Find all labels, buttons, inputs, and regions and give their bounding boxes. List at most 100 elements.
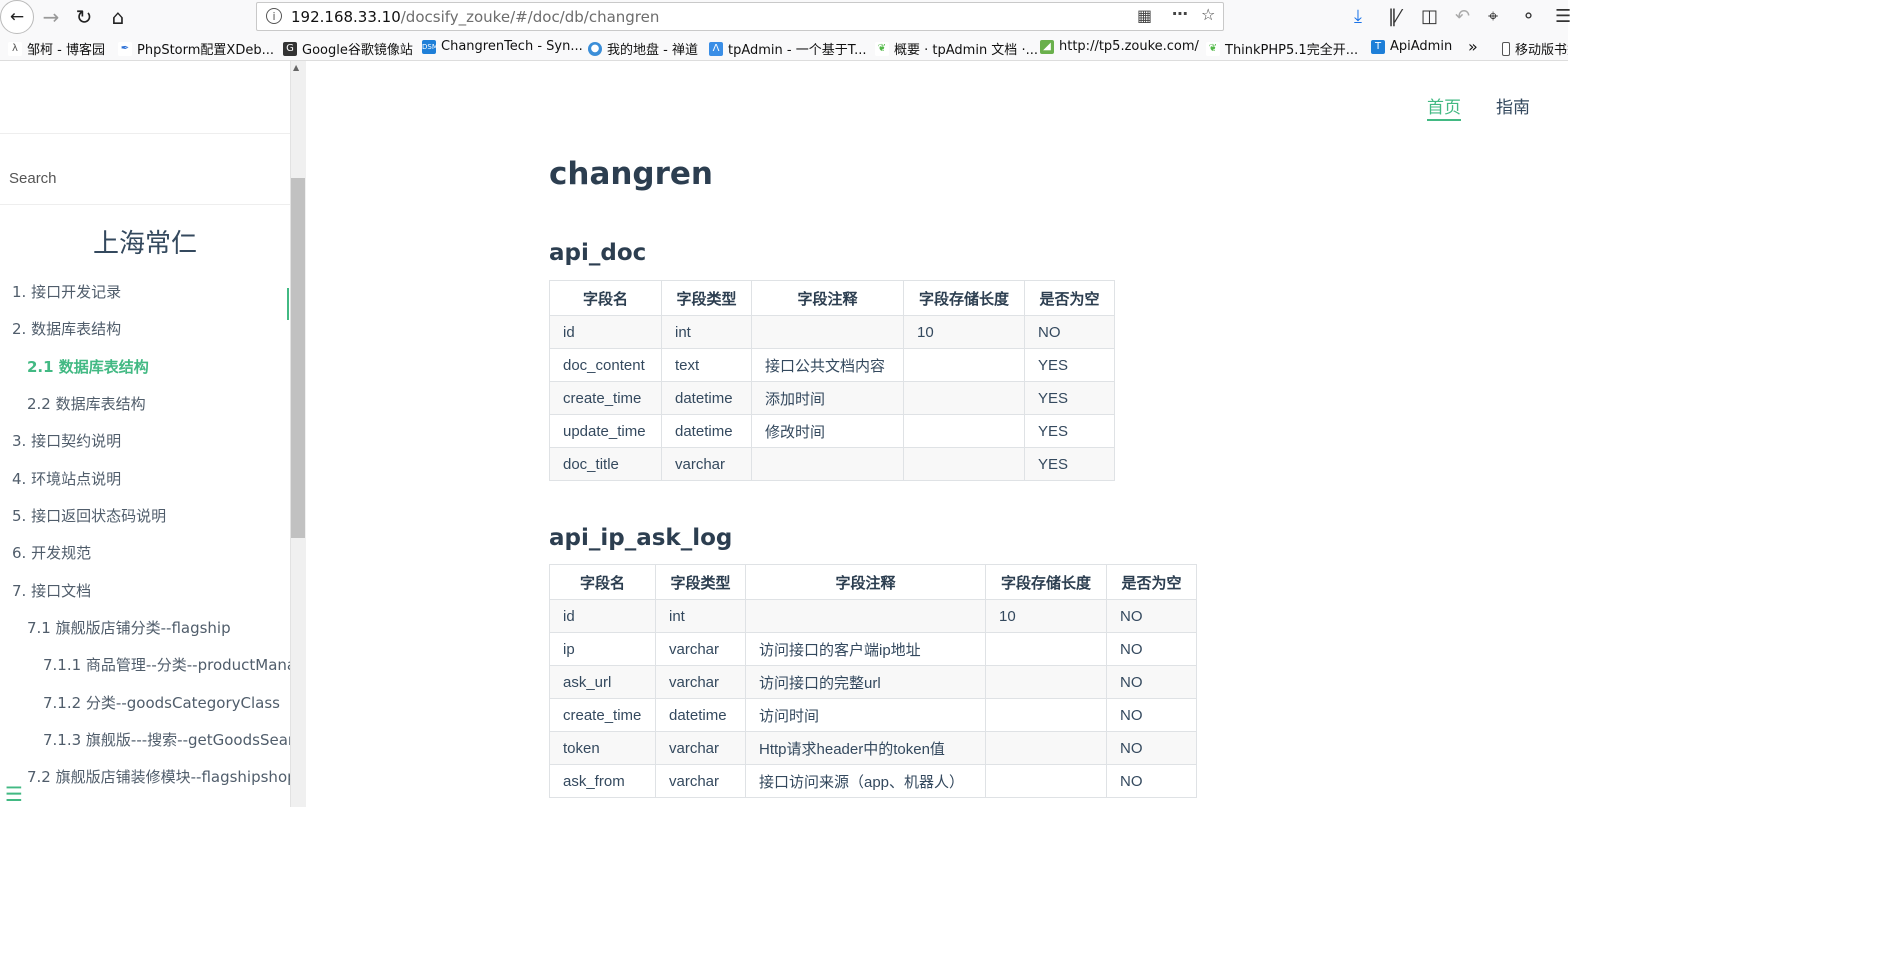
cell: NO [1106,665,1197,699]
sidebar-item-dev-standards[interactable]: 6. 开发规范 [12,542,91,563]
sidebar-item-flagship-shop-decor[interactable]: 7.2 旗舰版店铺装修模块--flagshipshopd... [27,766,290,787]
bookmark-item[interactable]: DSM ChangrenTech - Syn... [422,39,583,54]
bookmark-item[interactable]: ● 我的地盘 - 禅道 [588,39,698,58]
bookmark-item[interactable]: ✒ PhpStorm配置XDeb... [118,39,274,58]
table-row: doc_content text 接口公共文档内容 YES [549,348,1115,382]
reload-button[interactable]: ↻ [67,0,101,34]
bookmark-star-icon[interactable]: ☆ [1201,5,1215,24]
url-text[interactable]: 192.168.33.10/docsify_zouke/#/doc/db/cha… [291,8,659,26]
column-header: 是否为空 [1024,280,1115,316]
bookmark-item[interactable]: G Google谷歌镜像站 [283,39,413,58]
sidebar-item-api-dev-log[interactable]: 1. 接口开发记录 [12,281,121,302]
bookmarks-overflow-button[interactable]: » [1468,37,1478,56]
cell: NO [1106,698,1197,732]
nav-link-home[interactable]: 首页 [1427,93,1461,121]
t-icon: T [1371,39,1385,54]
cell: YES [1024,348,1115,382]
tp-icon: Λ [709,41,723,56]
info-icon[interactable]: i [266,8,282,24]
cell [985,632,1107,666]
cell: varchar [655,665,746,699]
address-bar[interactable]: i 192.168.33.10/docsify_zouke/#/doc/db/c… [256,2,1224,31]
qr-code-icon[interactable]: ▦ [1137,6,1152,25]
sidebar-item-product-manage[interactable]: 7.1.1 商品管理--分类--productManag... [43,654,290,675]
undo-icon[interactable]: ↶ [1455,6,1470,27]
sidebar-item-api-docs[interactable]: 7. 接口文档 [12,580,91,601]
cell: NO [1106,599,1197,633]
cell [903,447,1025,481]
column-header: 字段注释 [745,564,986,600]
cell [985,698,1107,732]
back-button[interactable]: ← [0,0,34,34]
cell: NO [1106,764,1197,798]
table-api-ip-ask-log: 字段名 字段类型 字段注释 字段存储长度 是否为空 id int 10 NO ip va… [549,564,1197,798]
bookmark-item[interactable]: λ 邹柯 - 博客园 [8,39,105,58]
nav-link-guide[interactable]: 指南 [1496,93,1530,118]
sidebar-item-db-structure[interactable]: 2. 数据库表结构 [12,318,121,339]
search-input[interactable] [0,153,290,205]
download-icon[interactable]: ⤓ [1354,6,1362,27]
active-indicator [287,288,289,320]
bookmarks-bar: λ 邹柯 - 博客园 ✒ PhpStorm配置XDeb... G Google谷歌镜像… [0,34,1568,61]
sidebar-item-goods-search[interactable]: 7.1.3 旗舰版---搜索--getGoodsSearch [43,729,290,750]
bookmark-label: Google谷歌镜像站 [302,43,413,58]
bookmark-item[interactable]: ΛtpAdmin - 一个基于T... [709,39,867,58]
cell [903,414,1025,448]
cell: id [549,315,662,349]
cell [745,599,986,633]
table-row: create_time datetime 访问时间 NO [549,698,1197,732]
cell: int [661,315,752,349]
bookmark-item[interactable]: 移动版书签 [1502,39,1568,58]
table-title-api-doc[interactable]: api_doc [549,240,646,266]
leaf-icon: ❦ [1206,41,1220,56]
cell: 接口访问来源（app、机器人） [745,764,986,798]
scroll-up-icon[interactable]: ▲ [293,63,299,72]
sidebar-scrollbar-thumb[interactable] [291,178,305,538]
sidebar-item-env-sites[interactable]: 4. 环境站点说明 [12,468,121,489]
column-header: 是否为空 [1106,564,1197,600]
bookmark-item[interactable]: ❦ ThinkPHP5.1完全开... [1206,39,1358,58]
bookmark-label: ChangrenTech - Syn... [441,39,583,54]
chat-icon[interactable]: ⚬ [1521,6,1536,27]
cell: varchar [655,632,746,666]
sidebar-item-goods-category[interactable]: 7.1.2 分类--goodsCategoryClass [43,692,280,713]
page-title: changren [549,156,714,192]
bookmark-item[interactable]: ◢ http://tp5.zouke.com/ [1040,39,1199,54]
sidebar-item-flagship[interactable]: 7.1 旗舰版店铺分类--flagship [27,617,231,638]
app-name[interactable]: 上海常仁 [0,223,290,260]
menu-icon[interactable]: ☰ [1555,6,1571,27]
table-row: doc_title varchar YES [549,447,1115,481]
bookmark-item[interactable]: ❦ 概要 · tpAdmin 文档 ·... [875,39,1038,58]
sidebar-item-db-structure-2-1[interactable]: 2.1 数据库表结构 [27,356,149,377]
bookmark-label: ApiAdmin [1390,39,1453,54]
cell: 访问接口的客户端ip地址 [745,632,986,666]
cell: text [661,348,752,382]
cell [985,665,1107,699]
sidebar-item-status-codes[interactable]: 5. 接口返回状态码说明 [12,505,166,526]
cell: YES [1024,447,1115,481]
table-header-row: 字段名 字段类型 字段注释 字段存储长度 是否为空 [549,280,1115,316]
cell: varchar [661,447,752,481]
cell: id [549,599,656,633]
column-header: 字段名 [549,564,656,600]
table-row: id int 10 NO [549,599,1197,633]
table-title-api-ip-ask-log[interactable]: api_ip_ask_log [549,525,732,551]
cell: Http请求header中的token值 [745,731,986,765]
sidebar-item-api-contract[interactable]: 3. 接口契约说明 [12,430,121,451]
cell: doc_title [549,447,662,481]
cell: varchar [655,764,746,798]
home-icon: ⌂ [111,5,125,29]
forward-button[interactable]: → [34,0,68,34]
hamburger-menu-icon[interactable]: ☰ [5,782,23,806]
cell: datetime [661,381,752,415]
sidebar-icon[interactable]: ◫ [1421,6,1438,27]
table-row: ask_url varchar 访问接口的完整url NO [549,665,1197,699]
bookmark-item[interactable]: T ApiAdmin [1371,39,1452,54]
more-actions-icon[interactable]: ⋯ [1172,4,1188,23]
library-icon[interactable]: ‖⁄ [1388,6,1400,27]
crop-icon[interactable]: ⌖ [1488,6,1498,27]
sidebar-item-db-structure-2-2[interactable]: 2.2 数据库表结构 [27,393,146,414]
home-button[interactable]: ⌂ [101,0,135,34]
bookmark-label: PhpStorm配置XDeb... [137,43,274,58]
column-header: 字段名 [549,280,662,316]
